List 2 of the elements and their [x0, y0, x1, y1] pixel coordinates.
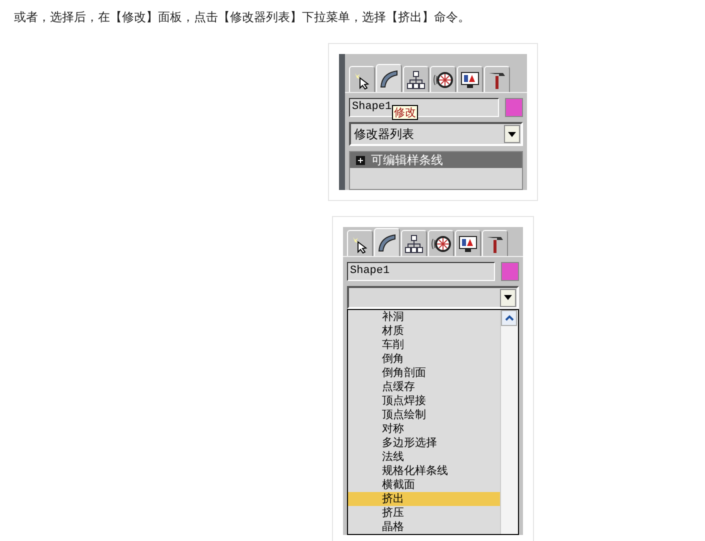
tooltip: 修改 [392, 105, 418, 120]
instruction-text: 或者，选择后，在【修改】面板，点击【修改器列表】下拉菜单，选择【挤出】命令。 [13, 9, 471, 25]
